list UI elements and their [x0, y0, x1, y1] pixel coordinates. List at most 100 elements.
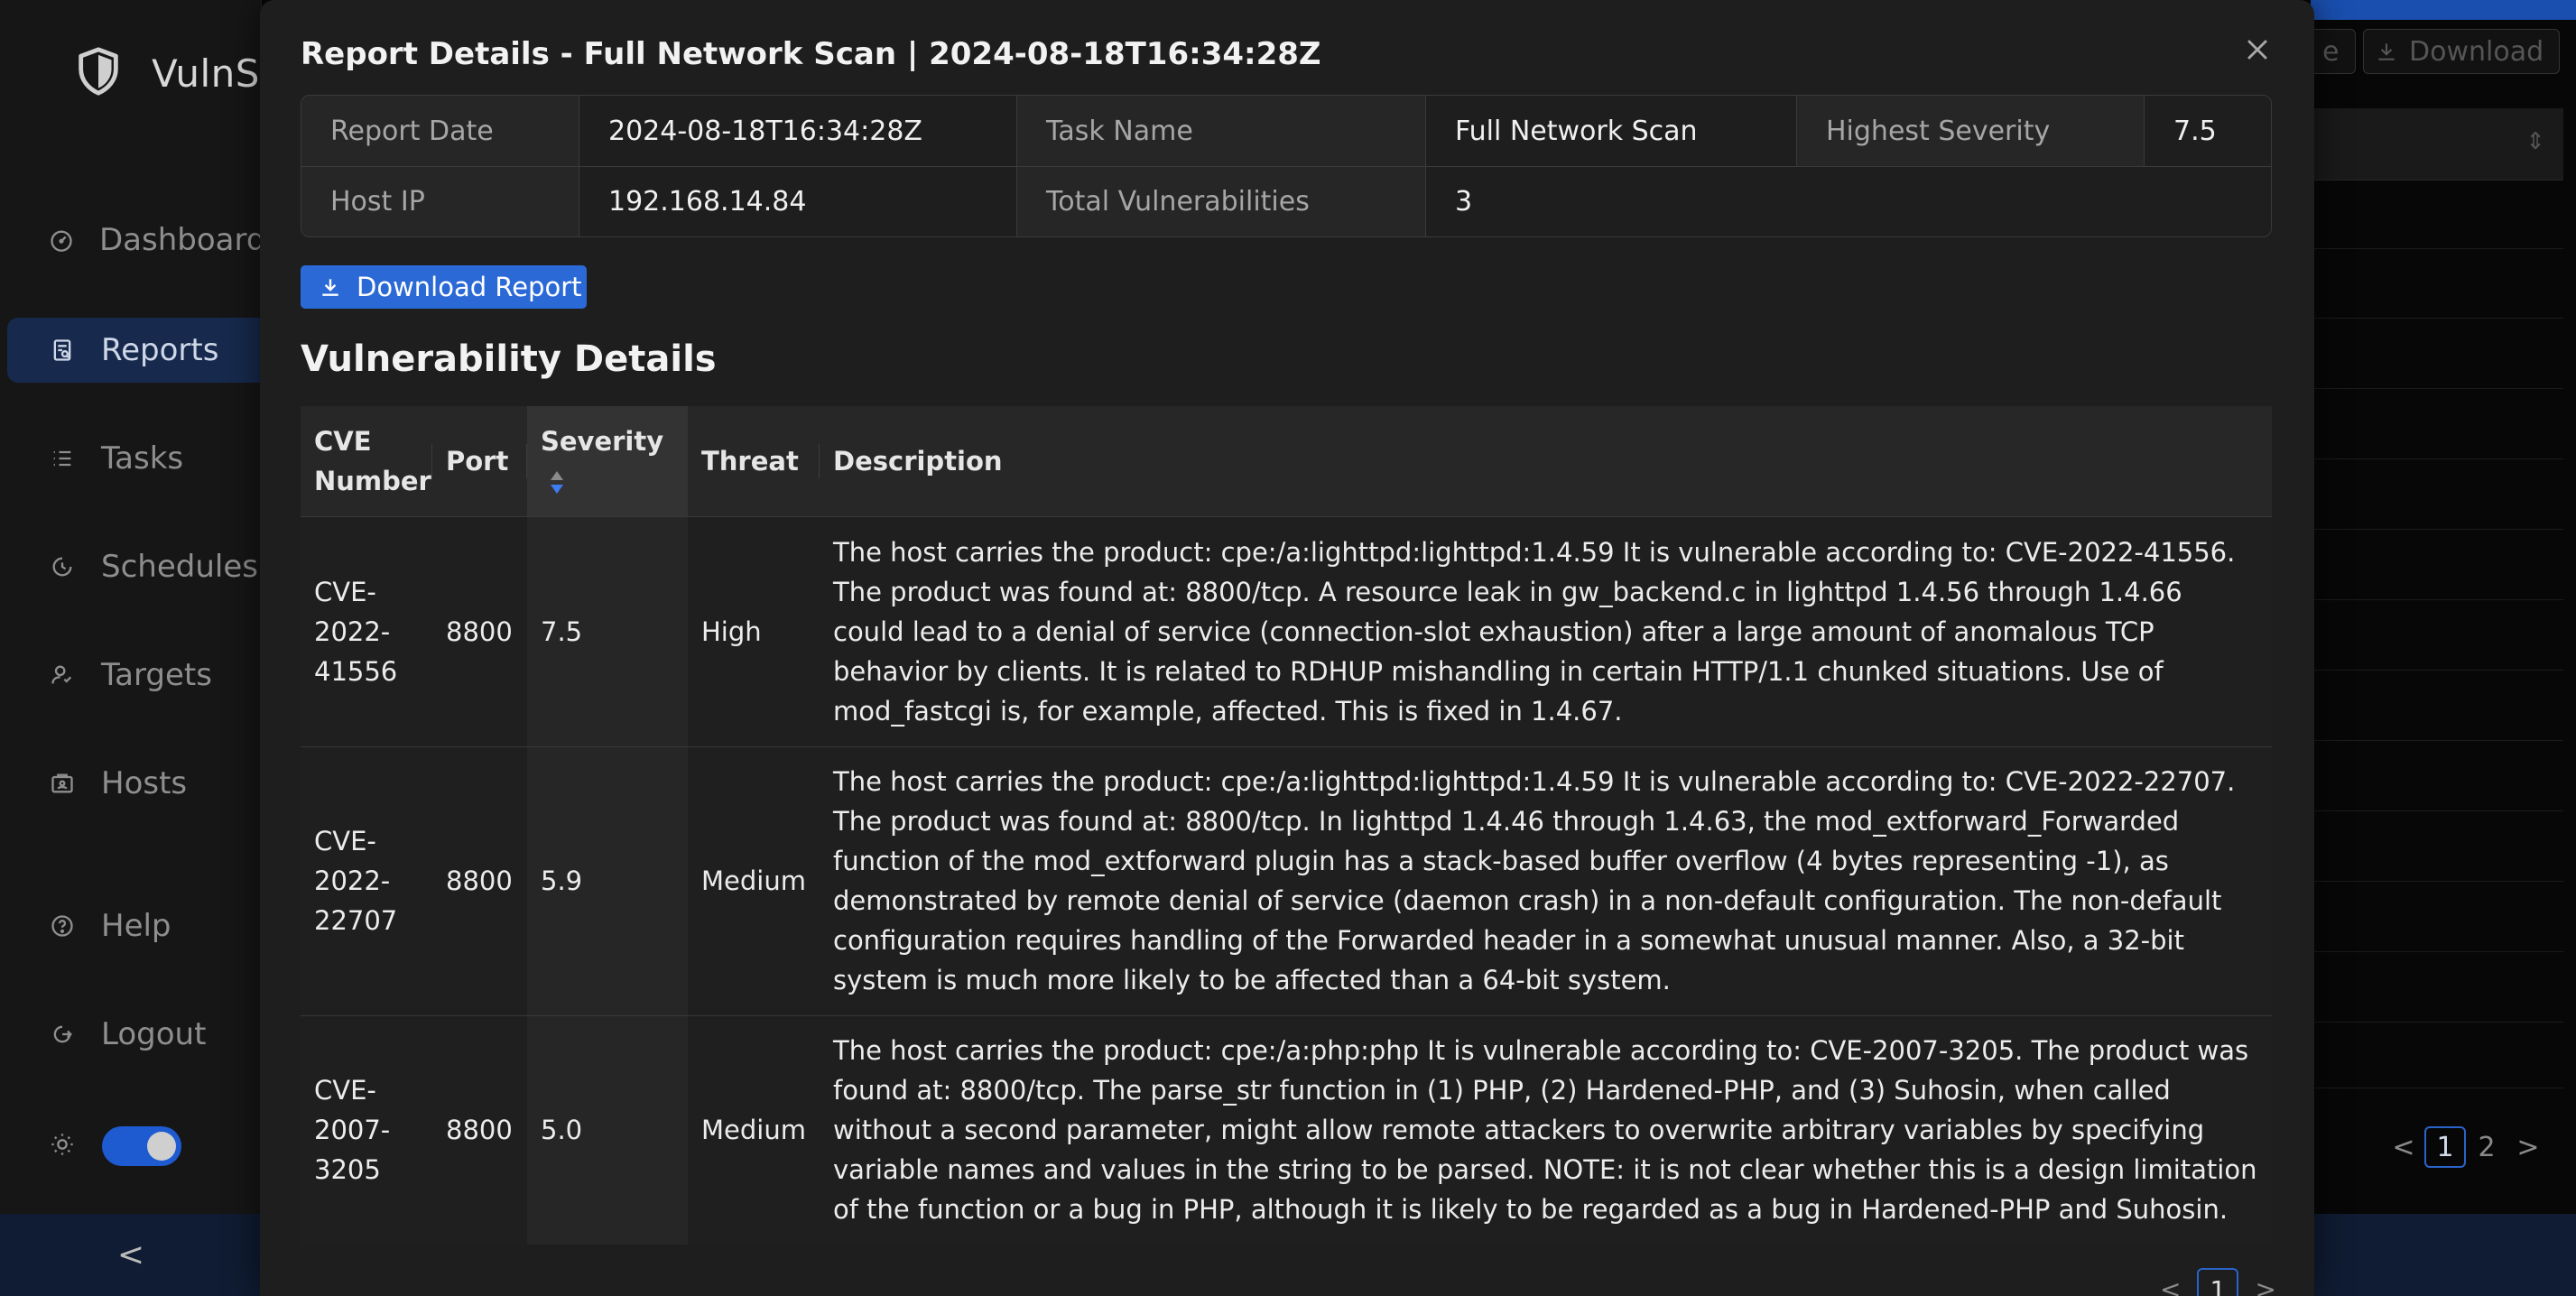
- total-vulnerabilities-label: Total Vulnerabilities: [1017, 167, 1426, 236]
- background-row-divider: [2311, 458, 2563, 459]
- severity-cell: 7.5: [527, 515, 688, 746]
- report-info-row: Report Date 2024-08-18T16:34:28Z Task Na…: [301, 96, 2271, 166]
- background-pager-next[interactable]: >: [2507, 1126, 2549, 1168]
- background-row-divider: [2311, 810, 2563, 811]
- sidebar-item-label: Targets: [101, 657, 212, 693]
- severity-cell: 5.9: [527, 745, 688, 1015]
- shield-logo-icon: [72, 45, 125, 101]
- host-ip-label: Host IP: [301, 167, 579, 236]
- targets-icon: [49, 662, 76, 689]
- column-header-port[interactable]: Port: [432, 406, 527, 516]
- background-pager-page-1[interactable]: 1: [2424, 1126, 2466, 1168]
- column-header-cve[interactable]: CVE Number: [301, 406, 432, 516]
- report-date-value: 2024-08-18T16:34:28Z: [579, 96, 1017, 166]
- sidebar-collapse-button[interactable]: <: [0, 1214, 262, 1296]
- column-header-port-label: Port: [446, 445, 509, 477]
- sidebar-item-tasks[interactable]: Tasks: [7, 426, 262, 491]
- column-header-severity-label: Severity: [541, 425, 664, 457]
- highest-severity-label: Highest Severity: [1797, 96, 2145, 166]
- background-row-divider: [2311, 951, 2563, 952]
- cve-cell: CVE-2022-22707: [301, 745, 432, 1015]
- table-row: CVE-2022-41556 8800 7.5 High The host ca…: [301, 515, 2272, 746]
- background-row-divider: [2311, 248, 2563, 249]
- modal-pager-prev[interactable]: <: [2160, 1274, 2181, 1296]
- sidebar-item-label: Reports: [101, 332, 219, 368]
- dashboard-icon: [49, 227, 74, 254]
- background-row-divider: [2311, 881, 2563, 882]
- column-header-description[interactable]: Description: [820, 406, 2272, 516]
- theme-toggle[interactable]: [102, 1126, 181, 1166]
- brand[interactable]: VulnSc: [72, 45, 282, 101]
- background-row-divider: [2311, 388, 2563, 389]
- background-partial-button-label: e: [2322, 35, 2340, 68]
- sort-icon[interactable]: ⇕: [2525, 128, 2545, 155]
- sidebar-item-help[interactable]: Help: [7, 893, 262, 958]
- background-bottom-bar: [2311, 1214, 2576, 1296]
- column-header-description-label: Description: [833, 445, 1003, 477]
- download-report-label: Download Report: [357, 272, 582, 302]
- port-cell: 8800: [432, 515, 527, 746]
- tasks-icon: [49, 445, 76, 472]
- background-download-label: Download: [2409, 35, 2544, 68]
- background-download-button[interactable]: Download: [2363, 29, 2560, 74]
- sidebar: VulnSc Dashboard Reports Tasks Schedules…: [0, 0, 281, 1296]
- table-header-row: CVE Number Port Severity Threat Descript…: [301, 406, 2272, 516]
- sidebar-item-label: Schedules: [101, 549, 258, 585]
- description-cell: The host carries the product: cpe:/a:php…: [820, 1014, 2272, 1245]
- sidebar-item-label: Tasks: [101, 440, 184, 477]
- modal-pagination: < 1 >: [2160, 1268, 2276, 1296]
- threat-cell: Medium: [688, 1014, 820, 1245]
- download-report-button[interactable]: Download Report: [301, 265, 587, 309]
- background-row-divider: [2311, 740, 2563, 741]
- severity-cell: 5.0: [527, 1014, 688, 1245]
- modal-pager-page-1[interactable]: 1: [2197, 1268, 2239, 1296]
- download-icon: [319, 275, 357, 299]
- background-row-divider: [2311, 670, 2563, 671]
- sidebar-item-schedules[interactable]: Schedules: [7, 534, 262, 599]
- modal-pager-next[interactable]: >: [2255, 1274, 2275, 1296]
- reports-icon: [49, 337, 76, 364]
- background-pagination: < 1 2 >: [2383, 1126, 2549, 1168]
- background-pager-page-2[interactable]: 2: [2466, 1126, 2507, 1168]
- background-pager-prev[interactable]: <: [2383, 1126, 2424, 1168]
- sidebar-item-dashboard[interactable]: Dashboard: [7, 208, 265, 273]
- schedules-icon: [49, 553, 76, 580]
- cve-cell: CVE-2022-41556: [301, 515, 432, 746]
- highest-severity-value: 7.5: [2145, 96, 2271, 166]
- threat-cell: Medium: [688, 745, 820, 1015]
- background-row-divider: [2311, 1022, 2563, 1023]
- close-button[interactable]: [2242, 34, 2278, 70]
- report-info-table: Report Date 2024-08-18T16:34:28Z Task Na…: [301, 95, 2272, 237]
- report-details-modal: Report Details - Full Network Scan | 202…: [260, 0, 2314, 1296]
- hosts-icon: [49, 770, 76, 797]
- modal-title: Report Details - Full Network Scan | 202…: [301, 36, 1321, 72]
- table-row: CVE-2022-22707 8800 5.9 Medium The host …: [301, 745, 2272, 1015]
- sidebar-item-label: Help: [101, 908, 171, 944]
- total-vulnerabilities-value: 3: [1426, 167, 2271, 236]
- column-header-threat-label: Threat: [701, 445, 799, 477]
- vulnerability-details-heading: Vulnerability Details: [301, 338, 717, 380]
- task-name-value: Full Network Scan: [1426, 96, 1797, 166]
- close-icon: [2242, 40, 2273, 69]
- report-info-row: Host IP 192.168.14.84 Total Vulnerabilit…: [301, 166, 2271, 236]
- vulnerability-table: CVE Number Port Severity Threat Descript…: [301, 406, 2272, 1245]
- column-header-threat[interactable]: Threat: [688, 406, 820, 516]
- column-header-severity[interactable]: Severity: [527, 406, 688, 516]
- sidebar-item-hosts[interactable]: Hosts: [7, 751, 262, 816]
- help-icon: [49, 912, 76, 940]
- background-row-divider: [2311, 599, 2563, 600]
- background-table-header: ⇕: [2311, 108, 2563, 181]
- sidebar-item-targets[interactable]: Targets: [7, 643, 262, 708]
- background-row-divider: [2311, 529, 2563, 530]
- logout-icon: [49, 1021, 76, 1048]
- task-name-label: Task Name: [1017, 96, 1426, 166]
- table-row: CVE-2007-3205 8800 5.0 Medium The host c…: [301, 1014, 2272, 1245]
- port-cell: 8800: [432, 745, 527, 1015]
- sidebar-item-reports[interactable]: Reports: [7, 318, 262, 383]
- sidebar-item-label: Logout: [101, 1016, 207, 1052]
- host-ip-value: 192.168.14.84: [579, 167, 1017, 236]
- sidebar-item-logout[interactable]: Logout: [7, 1002, 262, 1067]
- column-header-cve-label: CVE Number: [314, 425, 431, 496]
- sort-icon[interactable]: [550, 469, 564, 496]
- threat-cell: High: [688, 515, 820, 746]
